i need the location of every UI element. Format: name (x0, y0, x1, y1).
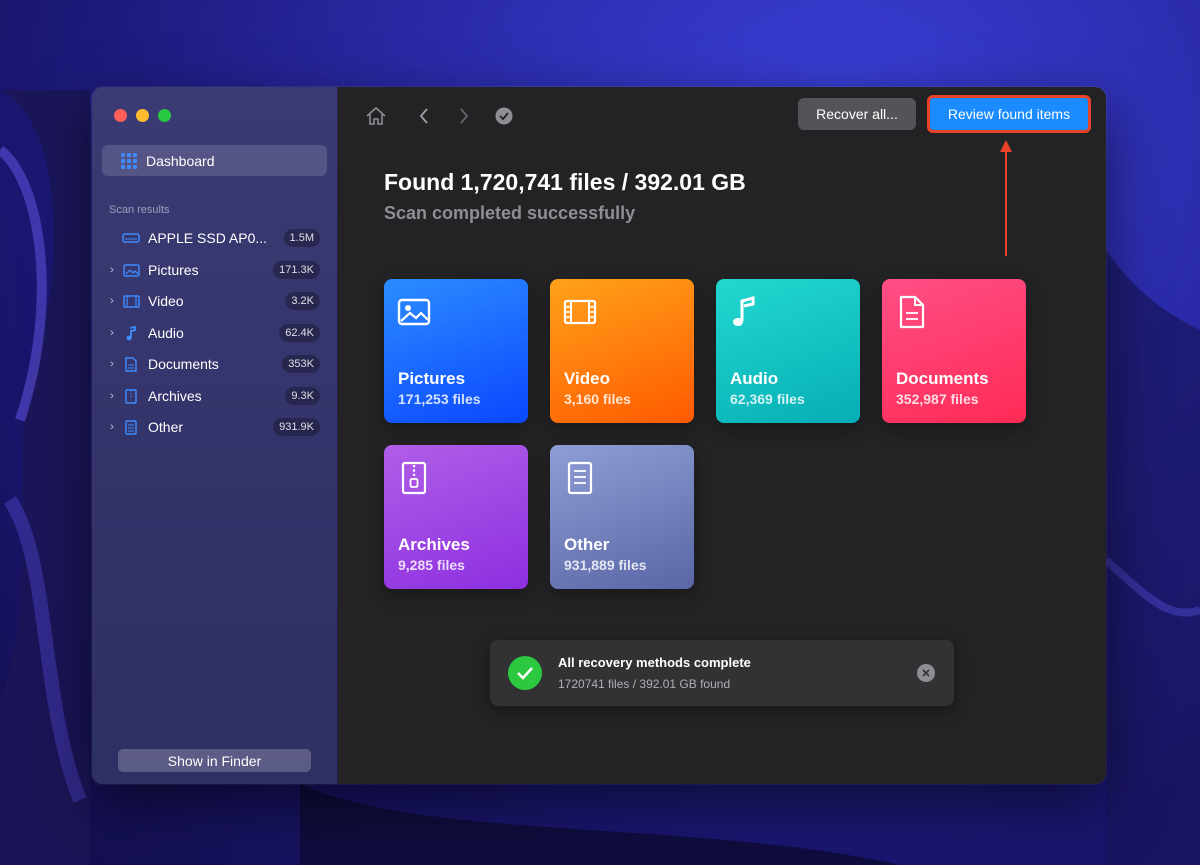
category-card-pictures[interactable]: Pictures 171,253 files (384, 279, 528, 423)
scan-status-subtitle: Scan completed successfully (384, 203, 636, 223)
sidebar-item-label: Dashboard (146, 152, 215, 169)
grid-icon (121, 152, 137, 169)
chevron-right-icon[interactable]: › (105, 390, 119, 402)
sidebar-item-label: Audio (148, 325, 184, 341)
window-controls (114, 109, 171, 122)
maximize-window-button[interactable] (158, 109, 171, 122)
chevron-right-icon[interactable]: › (105, 264, 119, 276)
card-label: Archives (398, 535, 470, 554)
completion-toast: All recovery methods complete 1720741 fi… (490, 640, 954, 706)
zip-archive-icon (401, 461, 427, 495)
toast-subtitle: 1720741 files / 392.01 GB found (558, 677, 731, 691)
sidebar-item-dashboard[interactable]: Dashboard (102, 145, 327, 176)
found-summary-title: Found 1,720,741 files / 392.01 GB (384, 169, 746, 195)
card-file-count: 931,889 files (564, 557, 647, 573)
video-icon (122, 293, 140, 309)
audio-icon (122, 325, 140, 341)
item-count-badge: 353K (282, 355, 320, 373)
category-card-video[interactable]: Video 3,160 files (550, 279, 694, 423)
sidebar-item-label: Video (148, 293, 184, 309)
document-icon (899, 295, 925, 329)
archives-icon (122, 388, 140, 404)
app-window: Dashboard Scan results APPLE SSD AP0... … (92, 87, 1106, 784)
sidebar-item-drive[interactable]: APPLE SSD AP0... 1.5M (102, 225, 327, 251)
category-card-documents[interactable]: Documents 352,987 files (882, 279, 1026, 423)
chevron-right-icon[interactable]: › (105, 327, 119, 339)
category-card-audio[interactable]: Audio 62,369 files (716, 279, 860, 423)
film-icon (563, 299, 597, 325)
card-label: Video (564, 369, 610, 388)
success-check-icon (508, 656, 542, 690)
sidebar-item-label: Other (148, 419, 184, 435)
category-card-archives[interactable]: Archives 9,285 files (384, 445, 528, 589)
sidebar-item-label: Documents (148, 356, 219, 372)
item-count-badge: 3.2K (285, 292, 320, 310)
checkmark-circle-icon[interactable] (491, 103, 517, 129)
category-card-other[interactable]: Other 931,889 files (550, 445, 694, 589)
card-file-count: 352,987 files (896, 391, 979, 407)
sidebar-item-other[interactable]: › Other 931.9K (102, 414, 327, 440)
documents-icon (122, 356, 140, 372)
card-file-count: 9,285 files (398, 557, 465, 573)
card-label: Pictures (398, 369, 466, 388)
recover-all-button[interactable]: Recover all... (798, 98, 916, 130)
sidebar-item-label: Archives (148, 388, 202, 404)
sidebar-item-label: APPLE SSD AP0... (148, 230, 268, 246)
item-count-badge: 62.4K (279, 324, 320, 342)
annotation-arrow-icon (1000, 140, 1012, 256)
other-icon (122, 419, 140, 435)
chevron-right-icon[interactable]: › (105, 295, 119, 307)
card-label: Other (564, 535, 610, 554)
back-arrow-icon[interactable] (411, 103, 437, 129)
toast-title: All recovery methods complete (558, 655, 751, 670)
sidebar-item-archives[interactable]: › Archives 9.3K (102, 383, 327, 409)
sidebar-item-label: Pictures (148, 262, 199, 278)
music-note-icon (733, 296, 755, 326)
pictures-icon (397, 298, 431, 326)
card-file-count: 62,369 files (730, 391, 805, 407)
item-count-badge: 931.9K (273, 418, 320, 436)
card-file-count: 3,160 files (564, 391, 631, 407)
sidebar-item-audio[interactable]: › Audio 62.4K (102, 320, 327, 346)
review-found-items-button[interactable]: Review found items (927, 95, 1091, 133)
show-in-finder-button[interactable]: Show in Finder (118, 749, 311, 772)
pictures-icon (122, 262, 140, 278)
sidebar: Dashboard Scan results APPLE SSD AP0... … (92, 87, 338, 784)
file-icon (567, 461, 593, 495)
item-count-badge: 1.5M (283, 229, 320, 247)
home-icon[interactable] (363, 103, 389, 129)
close-icon[interactable] (917, 664, 935, 682)
card-label: Audio (730, 369, 779, 388)
drive-icon (122, 230, 140, 246)
close-window-button[interactable] (114, 109, 127, 122)
card-label: Documents (896, 369, 989, 388)
minimize-window-button[interactable] (136, 109, 149, 122)
scan-results-heading: Scan results (109, 204, 170, 216)
chevron-right-icon[interactable]: › (105, 421, 119, 433)
sidebar-item-video[interactable]: › Video 3.2K (102, 288, 327, 314)
item-count-badge: 9.3K (285, 387, 320, 405)
chevron-right-icon[interactable]: › (105, 358, 119, 370)
sidebar-item-pictures[interactable]: › Pictures 171.3K (102, 257, 327, 283)
sidebar-item-documents[interactable]: › Documents 353K (102, 351, 327, 377)
card-file-count: 171,253 files (398, 391, 481, 407)
forward-arrow-icon[interactable] (451, 103, 477, 129)
main-panel: Recover all... Review found items Found … (338, 87, 1106, 784)
item-count-badge: 171.3K (273, 261, 320, 279)
